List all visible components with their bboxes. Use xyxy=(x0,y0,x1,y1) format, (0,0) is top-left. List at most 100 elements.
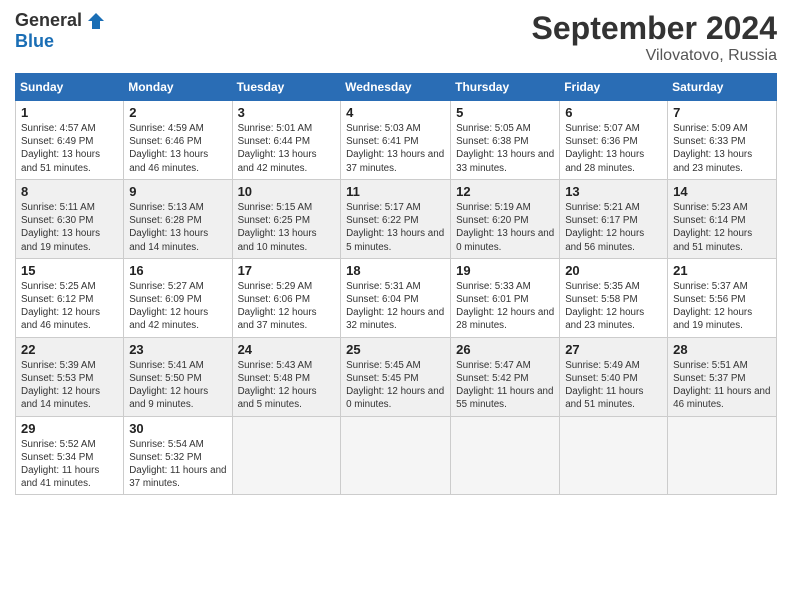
calendar-week-row: 1 Sunrise: 4:57 AMSunset: 6:49 PMDayligh… xyxy=(16,101,777,180)
logo-blue-text: Blue xyxy=(15,31,54,52)
calendar-week-row: 8 Sunrise: 5:11 AMSunset: 6:30 PMDayligh… xyxy=(16,179,777,258)
day-info: Sunrise: 5:03 AMSunset: 6:41 PMDaylight:… xyxy=(346,122,445,175)
table-row: 25 Sunrise: 5:45 AMSunset: 5:45 PMDaylig… xyxy=(341,337,451,416)
table-row: 9 Sunrise: 5:13 AMSunset: 6:28 PMDayligh… xyxy=(124,179,232,258)
day-number: 11 xyxy=(346,184,445,199)
page-container: General Blue September 2024 Vilovatovo, … xyxy=(0,0,792,505)
day-info: Sunrise: 5:11 AMSunset: 6:30 PMDaylight:… xyxy=(21,201,118,254)
day-number: 17 xyxy=(238,263,336,278)
col-wednesday: Wednesday xyxy=(341,74,451,101)
day-info: Sunrise: 5:45 AMSunset: 5:45 PMDaylight:… xyxy=(346,359,445,412)
col-tuesday: Tuesday xyxy=(232,74,341,101)
day-info: Sunrise: 5:33 AMSunset: 6:01 PMDaylight:… xyxy=(456,280,554,333)
table-row: 1 Sunrise: 4:57 AMSunset: 6:49 PMDayligh… xyxy=(16,101,124,180)
day-info: Sunrise: 5:21 AMSunset: 6:17 PMDaylight:… xyxy=(565,201,662,254)
table-row: 16 Sunrise: 5:27 AMSunset: 6:09 PMDaylig… xyxy=(124,258,232,337)
day-number: 8 xyxy=(21,184,118,199)
calendar-header-row: Sunday Monday Tuesday Wednesday Thursday… xyxy=(16,74,777,101)
logo-general-text: General xyxy=(15,10,82,31)
day-info: Sunrise: 5:25 AMSunset: 6:12 PMDaylight:… xyxy=(21,280,118,333)
day-number: 1 xyxy=(21,105,118,120)
col-friday: Friday xyxy=(560,74,668,101)
table-row: 23 Sunrise: 5:41 AMSunset: 5:50 PMDaylig… xyxy=(124,337,232,416)
month-title: September 2024 xyxy=(532,10,777,47)
table-row: 18 Sunrise: 5:31 AMSunset: 6:04 PMDaylig… xyxy=(341,258,451,337)
table-row: 5 Sunrise: 5:05 AMSunset: 6:38 PMDayligh… xyxy=(451,101,560,180)
day-info: Sunrise: 5:27 AMSunset: 6:09 PMDaylight:… xyxy=(129,280,226,333)
day-number: 22 xyxy=(21,342,118,357)
day-info: Sunrise: 5:39 AMSunset: 5:53 PMDaylight:… xyxy=(21,359,118,412)
day-number: 7 xyxy=(673,105,771,120)
day-number: 6 xyxy=(565,105,662,120)
day-info: Sunrise: 5:35 AMSunset: 5:58 PMDaylight:… xyxy=(565,280,662,333)
day-number: 19 xyxy=(456,263,554,278)
day-info: Sunrise: 5:01 AMSunset: 6:44 PMDaylight:… xyxy=(238,122,336,175)
day-info: Sunrise: 5:37 AMSunset: 5:56 PMDaylight:… xyxy=(673,280,771,333)
day-info: Sunrise: 5:23 AMSunset: 6:14 PMDaylight:… xyxy=(673,201,771,254)
day-info: Sunrise: 5:54 AMSunset: 5:32 PMDaylight:… xyxy=(129,438,226,491)
location: Vilovatovo, Russia xyxy=(532,47,777,65)
table-row: 27 Sunrise: 5:49 AMSunset: 5:40 PMDaylig… xyxy=(560,337,668,416)
table-row: 10 Sunrise: 5:15 AMSunset: 6:25 PMDaylig… xyxy=(232,179,341,258)
day-info: Sunrise: 5:29 AMSunset: 6:06 PMDaylight:… xyxy=(238,280,336,333)
table-row xyxy=(668,416,777,495)
day-info: Sunrise: 4:57 AMSunset: 6:49 PMDaylight:… xyxy=(21,122,118,175)
table-row: 17 Sunrise: 5:29 AMSunset: 6:06 PMDaylig… xyxy=(232,258,341,337)
table-row: 15 Sunrise: 5:25 AMSunset: 6:12 PMDaylig… xyxy=(16,258,124,337)
day-number: 23 xyxy=(129,342,226,357)
day-info: Sunrise: 5:31 AMSunset: 6:04 PMDaylight:… xyxy=(346,280,445,333)
logo-icon xyxy=(86,11,106,31)
day-number: 27 xyxy=(565,342,662,357)
day-number: 28 xyxy=(673,342,771,357)
table-row: 6 Sunrise: 5:07 AMSunset: 6:36 PMDayligh… xyxy=(560,101,668,180)
calendar-week-row: 29 Sunrise: 5:52 AMSunset: 5:34 PMDaylig… xyxy=(16,416,777,495)
table-row: 19 Sunrise: 5:33 AMSunset: 6:01 PMDaylig… xyxy=(451,258,560,337)
day-info: Sunrise: 5:07 AMSunset: 6:36 PMDaylight:… xyxy=(565,122,662,175)
day-number: 14 xyxy=(673,184,771,199)
table-row: 24 Sunrise: 5:43 AMSunset: 5:48 PMDaylig… xyxy=(232,337,341,416)
day-number: 3 xyxy=(238,105,336,120)
day-number: 26 xyxy=(456,342,554,357)
table-row: 26 Sunrise: 5:47 AMSunset: 5:42 PMDaylig… xyxy=(451,337,560,416)
day-number: 29 xyxy=(21,421,118,436)
table-row xyxy=(232,416,341,495)
table-row: 30 Sunrise: 5:54 AMSunset: 5:32 PMDaylig… xyxy=(124,416,232,495)
day-number: 9 xyxy=(129,184,226,199)
day-number: 5 xyxy=(456,105,554,120)
table-row xyxy=(341,416,451,495)
table-row: 2 Sunrise: 4:59 AMSunset: 6:46 PMDayligh… xyxy=(124,101,232,180)
day-info: Sunrise: 5:17 AMSunset: 6:22 PMDaylight:… xyxy=(346,201,445,254)
day-number: 15 xyxy=(21,263,118,278)
day-number: 21 xyxy=(673,263,771,278)
col-sunday: Sunday xyxy=(16,74,124,101)
day-info: Sunrise: 5:05 AMSunset: 6:38 PMDaylight:… xyxy=(456,122,554,175)
logo: General Blue xyxy=(15,10,106,52)
day-info: Sunrise: 5:51 AMSunset: 5:37 PMDaylight:… xyxy=(673,359,771,412)
page-header: General Blue September 2024 Vilovatovo, … xyxy=(15,10,777,65)
table-row: 14 Sunrise: 5:23 AMSunset: 6:14 PMDaylig… xyxy=(668,179,777,258)
calendar-table: Sunday Monday Tuesday Wednesday Thursday… xyxy=(15,73,777,495)
day-info: Sunrise: 5:41 AMSunset: 5:50 PMDaylight:… xyxy=(129,359,226,412)
col-thursday: Thursday xyxy=(451,74,560,101)
day-number: 30 xyxy=(129,421,226,436)
table-row: 22 Sunrise: 5:39 AMSunset: 5:53 PMDaylig… xyxy=(16,337,124,416)
day-number: 13 xyxy=(565,184,662,199)
day-info: Sunrise: 5:47 AMSunset: 5:42 PMDaylight:… xyxy=(456,359,554,412)
day-number: 4 xyxy=(346,105,445,120)
day-number: 20 xyxy=(565,263,662,278)
day-number: 18 xyxy=(346,263,445,278)
table-row: 3 Sunrise: 5:01 AMSunset: 6:44 PMDayligh… xyxy=(232,101,341,180)
day-number: 24 xyxy=(238,342,336,357)
day-info: Sunrise: 5:13 AMSunset: 6:28 PMDaylight:… xyxy=(129,201,226,254)
day-number: 25 xyxy=(346,342,445,357)
day-info: Sunrise: 5:09 AMSunset: 6:33 PMDaylight:… xyxy=(673,122,771,175)
day-info: Sunrise: 5:15 AMSunset: 6:25 PMDaylight:… xyxy=(238,201,336,254)
table-row: 20 Sunrise: 5:35 AMSunset: 5:58 PMDaylig… xyxy=(560,258,668,337)
table-row: 4 Sunrise: 5:03 AMSunset: 6:41 PMDayligh… xyxy=(341,101,451,180)
table-row: 12 Sunrise: 5:19 AMSunset: 6:20 PMDaylig… xyxy=(451,179,560,258)
table-row: 21 Sunrise: 5:37 AMSunset: 5:56 PMDaylig… xyxy=(668,258,777,337)
title-section: September 2024 Vilovatovo, Russia xyxy=(532,10,777,65)
day-info: Sunrise: 5:52 AMSunset: 5:34 PMDaylight:… xyxy=(21,438,118,491)
table-row: 8 Sunrise: 5:11 AMSunset: 6:30 PMDayligh… xyxy=(16,179,124,258)
day-number: 16 xyxy=(129,263,226,278)
